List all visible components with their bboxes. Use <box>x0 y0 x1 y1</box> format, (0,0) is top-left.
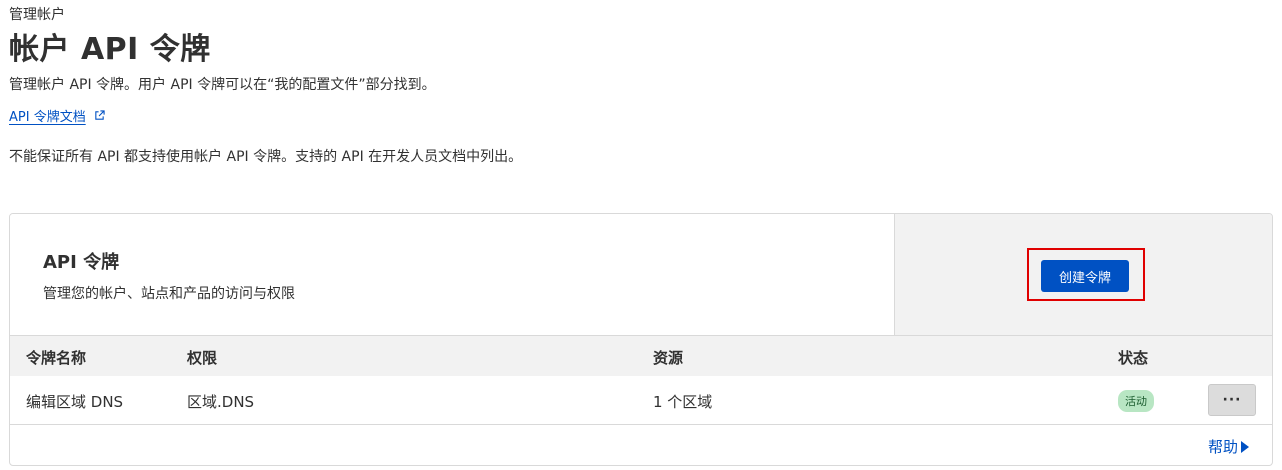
table-row: 编辑区域 DNS 区域.DNS 1 个区域 活动 ··· <box>10 376 1272 425</box>
card-header: API 令牌 管理您的帐户、站点和产品的访问与权限 创建令牌 <box>10 214 1272 336</box>
caret-right-icon <box>1241 440 1250 453</box>
card-subtitle: 管理您的帐户、站点和产品的访问与权限 <box>43 286 295 302</box>
card-title: API 令牌 <box>43 252 120 273</box>
row-actions-button[interactable]: ··· <box>1208 384 1256 416</box>
breadcrumb[interactable]: 管理帐户 <box>9 4 65 24</box>
api-tokens-card: API 令牌 管理您的帐户、站点和产品的访问与权限 创建令牌 令牌名称 权限 资… <box>9 213 1273 466</box>
token-permission-cell: 区域.DNS <box>187 393 255 411</box>
page-title: 帐户 API 令牌 <box>9 32 211 67</box>
column-header-permissions[interactable]: 权限 <box>187 347 217 368</box>
external-link-icon <box>94 110 105 120</box>
table-header: 令牌名称 权限 资源 状态 <box>10 336 1272 376</box>
docs-link-label: API 令牌文档 <box>9 110 86 125</box>
api-support-note: 不能保证所有 API 都支持使用帐户 API 令牌。支持的 API 在开发人员文… <box>9 149 523 165</box>
token-name-cell: 编辑区域 DNS <box>26 393 124 411</box>
card-header-actions: 创建令牌 <box>894 214 1272 335</box>
create-token-button[interactable]: 创建令牌 <box>1041 260 1129 292</box>
more-options-icon: ··· <box>1222 392 1242 408</box>
column-header-token-name[interactable]: 令牌名称 <box>26 347 86 368</box>
card-header-info: API 令牌 管理您的帐户、站点和产品的访问与权限 <box>10 214 894 335</box>
page: 管理帐户 帐户 API 令牌 管理帐户 API 令牌。用户 API 令牌可以在“… <box>0 0 1282 470</box>
status-badge: 活动 <box>1118 390 1154 412</box>
help-link[interactable]: 帮助 <box>1208 436 1250 457</box>
api-token-docs-link[interactable]: API 令牌文档 <box>9 106 105 125</box>
token-resources-cell: 1 个区域 <box>653 393 713 411</box>
column-header-status[interactable]: 状态 <box>1118 347 1148 368</box>
page-description: 管理帐户 API 令牌。用户 API 令牌可以在“我的配置文件”部分找到。 <box>9 77 436 93</box>
help-label: 帮助 <box>1208 438 1239 456</box>
column-header-resources[interactable]: 资源 <box>653 347 683 368</box>
highlight-box: 创建令牌 <box>1027 248 1145 301</box>
